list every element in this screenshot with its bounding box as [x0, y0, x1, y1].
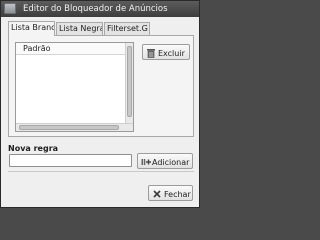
delete-button[interactable]: Excluir — [142, 44, 190, 60]
close-icon — [153, 190, 161, 198]
horizontal-scrollbar[interactable] — [16, 123, 133, 131]
pattern-list[interactable]: Padrão — [15, 42, 134, 132]
horizontal-scroll-thumb[interactable] — [19, 125, 119, 130]
tab-filterset-g[interactable]: Filterset.G — [104, 22, 150, 35]
add-label: Adicionar — [152, 158, 190, 167]
title-bar[interactable]: Editor do Bloqueador de Anúncios — [1, 1, 199, 17]
new-rule-input[interactable] — [9, 154, 132, 167]
vertical-scrollbar[interactable] — [125, 43, 133, 123]
tab-label: Filterset.G — [107, 24, 148, 33]
delete-label: Excluir — [158, 49, 185, 58]
close-label: Fechar — [164, 190, 191, 199]
tab-lista-branca[interactable]: Lista Branca — [8, 21, 55, 36]
app-icon — [4, 3, 16, 14]
close-button[interactable]: Fechar — [148, 185, 193, 201]
adblock-editor-window: Editor do Bloqueador de Anúncios Lista B… — [0, 0, 200, 208]
add-icon — [141, 159, 151, 165]
add-button[interactable]: Adicionar — [137, 153, 193, 169]
vertical-scroll-thumb[interactable] — [127, 46, 132, 117]
tab-bar: Lista Branca Lista Negra Filterset.G — [8, 21, 194, 36]
tab-lista-negra[interactable]: Lista Negra — [56, 22, 103, 35]
window-title: Editor do Bloqueador de Anúncios — [23, 4, 168, 14]
tab-panel-lista-branca: Padrão Excluir — [8, 35, 194, 137]
column-header-padrao[interactable]: Padrão — [16, 43, 126, 55]
tab-label: Lista Negra — [59, 24, 103, 33]
new-rule-label: Nova regra — [8, 144, 59, 153]
tab-label: Lista Branca — [11, 23, 54, 32]
divider — [8, 171, 194, 172]
trash-icon — [147, 49, 155, 58]
